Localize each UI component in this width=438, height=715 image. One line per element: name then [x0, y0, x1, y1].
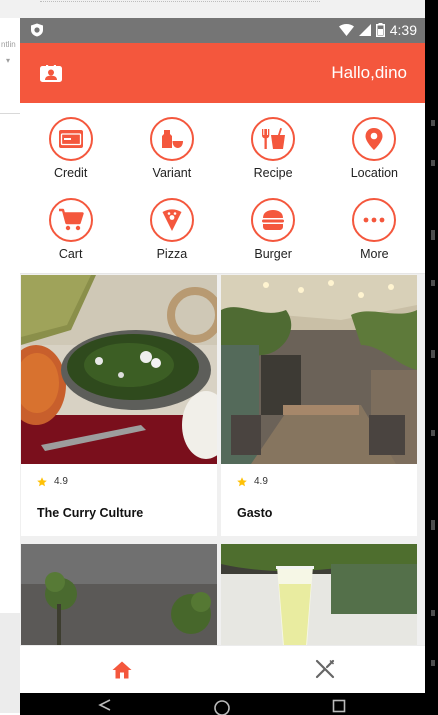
- variant-icon: [161, 130, 183, 148]
- status-indicators: 4:39: [338, 22, 417, 38]
- background-window-top: [0, 0, 438, 18]
- profile-card-icon[interactable]: [40, 65, 62, 83]
- category-grid: Credit Variant Recipe Location Cart Pizz…: [20, 103, 425, 274]
- recents-icon[interactable]: [332, 699, 346, 713]
- rating-value: 4.9: [54, 476, 68, 487]
- category-variant[interactable]: Variant: [121, 111, 222, 188]
- background-window-right: [425, 0, 438, 715]
- restaurant-card[interactable]: 4.9 Gasto: [221, 275, 417, 536]
- category-location[interactable]: Location: [324, 111, 425, 188]
- cart-icon: [58, 208, 84, 231]
- greeting-text: Hallo,dino: [331, 63, 407, 82]
- restaurant-photo: [221, 275, 417, 464]
- background-window-left: ntlin ▾: [0, 18, 20, 715]
- burger-icon: [262, 210, 285, 230]
- status-time: 4:39: [389, 22, 417, 38]
- wifi-icon: [338, 24, 354, 36]
- category-recipe[interactable]: Recipe: [223, 111, 324, 188]
- system-navigation-bar: [20, 693, 425, 715]
- signal-icon: [358, 24, 371, 36]
- restaurant-list: 4.9 The Curry Culture 4.9 Gasto: [20, 274, 425, 646]
- restaurant-photo: [21, 275, 217, 464]
- category-burger[interactable]: Burger: [223, 192, 324, 269]
- phone-screen: 4:39 Hallo,dino Credit Variant Recipe Lo…: [20, 18, 425, 715]
- pizza-icon: [162, 209, 182, 231]
- more-icon: [363, 217, 385, 223]
- rating: 4.9: [237, 476, 268, 487]
- home-circle-icon[interactable]: [213, 699, 231, 715]
- rating-value: 4.9: [254, 476, 268, 487]
- restaurant-photo: [21, 544, 217, 646]
- battery-icon: [375, 23, 385, 37]
- home-icon[interactable]: [112, 660, 132, 680]
- cutlery-icon[interactable]: [315, 659, 335, 679]
- restaurant-card[interactable]: [21, 544, 217, 646]
- category-cart[interactable]: Cart: [20, 192, 121, 269]
- restaurant-card[interactable]: 4.9 The Curry Culture: [21, 275, 217, 536]
- star-icon: [237, 476, 247, 486]
- screenshot-stage: ntlin ▾ 4:39 Hallo,dino Credit Variant R…: [0, 0, 438, 715]
- restaurant-name: The Curry Culture: [37, 506, 144, 520]
- restaurant-card[interactable]: [221, 544, 417, 646]
- star-icon: [37, 476, 47, 486]
- shield-icon: [31, 23, 43, 37]
- category-pizza[interactable]: Pizza: [121, 192, 222, 269]
- category-credit[interactable]: Credit: [20, 111, 121, 188]
- location-pin-icon: [365, 128, 383, 150]
- bottom-navigation: [20, 645, 425, 693]
- status-bar: 4:39: [20, 18, 425, 43]
- recipe-icon: [262, 127, 286, 149]
- rating: 4.9: [37, 476, 68, 487]
- restaurant-photo: [221, 544, 417, 646]
- category-more[interactable]: More: [324, 192, 425, 269]
- credit-card-icon: [58, 130, 83, 148]
- restaurant-name: Gasto: [237, 506, 273, 520]
- back-icon[interactable]: [98, 699, 112, 711]
- app-header: Hallo,dino: [20, 43, 425, 103]
